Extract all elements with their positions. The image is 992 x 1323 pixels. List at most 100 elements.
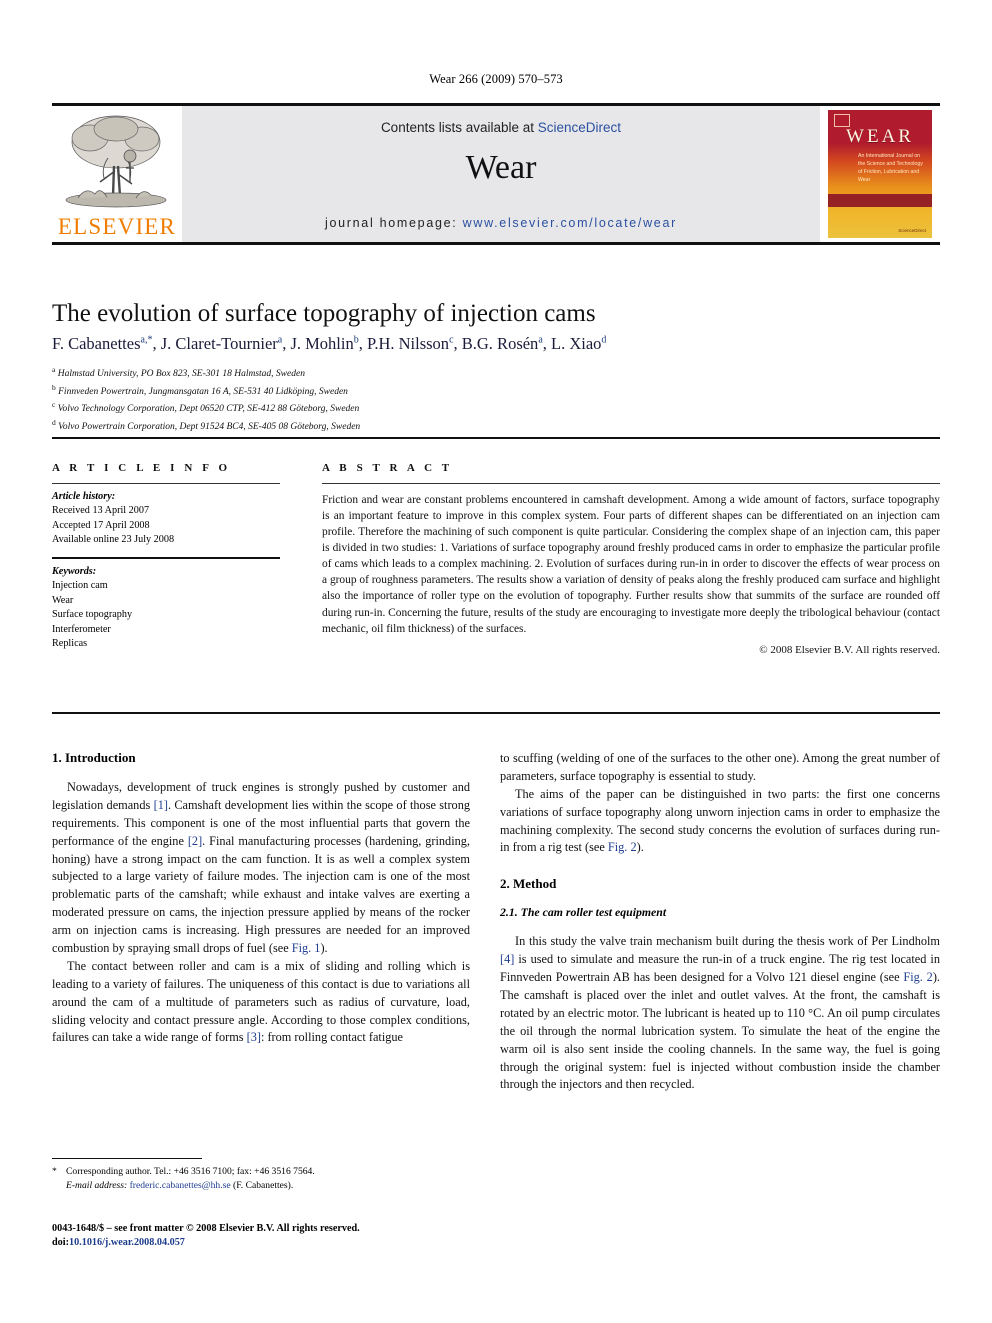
- email-label: E-mail address:: [66, 1180, 128, 1192]
- footnote-rule: [52, 1158, 202, 1159]
- figure-link-1[interactable]: Fig. 1: [292, 941, 321, 955]
- history-item: Accepted 17 April 2008: [52, 519, 150, 531]
- article-info-block: A R T I C L E I N F O Article history: R…: [52, 462, 280, 652]
- affiliation-mark: b: [52, 382, 56, 392]
- abstract-divider: [52, 712, 940, 714]
- author-item: J. Mohlinb: [290, 334, 358, 353]
- affiliation-item: d Volvo Powertrain Corporation, Dept 915…: [52, 417, 932, 435]
- citation-ref-1[interactable]: [1]: [154, 798, 168, 812]
- keyword-item: Wear: [52, 594, 74, 606]
- page-title: The evolution of surface topography of i…: [52, 299, 596, 327]
- affiliation-text: Volvo Technology Corporation, Dept 06520…: [57, 404, 360, 415]
- affiliation-item: a Halmstad University, PO Box 823, SE-30…: [52, 364, 932, 382]
- section-heading-introduction: 1. Introduction: [52, 750, 136, 765]
- affiliation-text: Volvo Powertrain Corporation, Dept 91524…: [58, 421, 361, 432]
- affiliation-item: c Volvo Technology Corporation, Dept 065…: [52, 399, 932, 417]
- journal-homepage-line: journal homepage: www.elsevier.com/locat…: [182, 216, 820, 230]
- abstract-text: Friction and wear are constant problems …: [322, 494, 940, 635]
- affiliation-text: Halmstad University, PO Box 823, SE-301 …: [57, 369, 305, 380]
- affiliation-mark: c: [52, 400, 56, 410]
- email-link[interactable]: frederic.cabanettes@hh.se: [130, 1180, 231, 1191]
- intro2-text-b: : from rolling contact fatigue: [260, 1030, 404, 1045]
- affiliation-item: b Finnveden Powertrain, Jungmansgatan 16…: [52, 382, 932, 400]
- citation-ref-4[interactable]: [4]: [500, 952, 514, 966]
- issn-line: 0043-1648/$ – see front matter © 2008 El…: [52, 1223, 360, 1234]
- body-column-right: to scuffing (welding of one of the surfa…: [500, 750, 940, 1094]
- homepage-label: journal homepage:: [325, 216, 463, 230]
- right-paragraph-continued: to scuffing (welding of one of the surfa…: [500, 751, 940, 783]
- intro-text-c: . Final manufacturing processes (hardeni…: [52, 833, 470, 956]
- author-marks: c: [449, 334, 454, 346]
- method-paragraph-1: In this study the valve train mechanism …: [500, 933, 940, 1094]
- journal-header: ELSEVIER Contents lists available at Sci…: [52, 103, 940, 245]
- cover-imprint: ScienceDirect: [898, 228, 926, 233]
- doi-label: doi:: [52, 1237, 69, 1249]
- cover-band: [828, 194, 932, 207]
- affiliation-mark: d: [52, 417, 56, 427]
- aims-text-b: ).: [636, 840, 644, 855]
- cover-subtitle: An International Journal on the Science …: [858, 153, 923, 184]
- figure-link-2[interactable]: Fig. 2: [608, 840, 637, 854]
- author-item: P.H. Nilssonc: [367, 334, 454, 353]
- article-history-label: Article history:: [52, 491, 116, 502]
- affiliation-list: a Halmstad University, PO Box 823, SE-30…: [52, 364, 932, 434]
- cover-title: WEAR: [846, 126, 914, 147]
- history-item: Received 13 April 2007: [52, 505, 150, 517]
- article-info-heading: A R T I C L E I N F O: [52, 462, 231, 474]
- elsevier-tree-icon: [65, 115, 167, 208]
- author-item: B.G. Roséna: [462, 334, 543, 353]
- cover-artwork: WEAR An International Journal on the Sci…: [828, 110, 932, 238]
- abstract-block: A B S T R A C T Friction and wear are co…: [322, 462, 940, 656]
- author-name: F. Cabanettes: [52, 334, 141, 353]
- aims-text-a: The aims of the paper can be distinguish…: [500, 786, 940, 855]
- author-item: F. Cabanettesa,*: [52, 334, 152, 353]
- homepage-link[interactable]: www.elsevier.com/locate/wear: [463, 216, 677, 230]
- elsevier-wordmark: ELSEVIER: [57, 214, 177, 239]
- author-marks: a: [538, 334, 543, 346]
- subsection-heading-cam-roller: 2.1. The cam roller test equipment: [500, 905, 667, 920]
- affiliation-mark: a: [52, 365, 56, 374]
- keyword-item: Surface topography: [52, 609, 133, 621]
- contents-available-line: Contents lists available at ScienceDirec…: [182, 120, 820, 135]
- figure-link-2b[interactable]: Fig. 2: [903, 970, 932, 984]
- corresponding-author-text: Corresponding author. Tel.: +46 3516 710…: [66, 1166, 315, 1177]
- elsevier-logo: ELSEVIER: [52, 106, 182, 242]
- affiliation-text: Finnveden Powertrain, Jungmansgatan 16 A…: [58, 386, 348, 397]
- author-list: F. Cabanettesa,*, J. Claret-Tourniera, J…: [52, 334, 607, 353]
- doi-line: doi:10.1016/j.wear.2008.04.057: [52, 1236, 482, 1250]
- author-name: J. Claret-Tournier: [160, 334, 278, 353]
- corresponding-author-note: * Corresponding author. Tel.: +46 3516 71…: [52, 1165, 472, 1179]
- author-name: P.H. Nilsson: [366, 334, 450, 353]
- author-marks: d: [601, 334, 607, 346]
- email-owner: (F. Cabanettes).: [233, 1180, 294, 1192]
- keyword-item: Interferometer: [52, 623, 111, 635]
- corresponding-author-marker: *: [52, 1166, 57, 1177]
- article-history: Article history: Received 13 April 2007 …: [52, 484, 280, 557]
- keyword-item: Injection cam: [52, 580, 108, 592]
- contents-prefix: Contents lists available at: [380, 120, 538, 135]
- citation-ref-2[interactable]: [2]: [188, 834, 202, 848]
- author-name: B.G. Rosén: [461, 334, 539, 353]
- section-heading-method: 2. Method: [500, 876, 557, 892]
- journal-cover-thumbnail: WEAR An International Journal on the Sci…: [820, 106, 940, 242]
- abstract-heading: A B S T R A C T: [322, 462, 453, 474]
- author-item: J. Claret-Tourniera: [161, 334, 283, 353]
- keywords-block: Keywords: Injection cam Wear Surface top…: [52, 559, 280, 652]
- author-marks: a,*: [140, 334, 153, 346]
- author-item: L. Xiaod: [551, 334, 606, 353]
- authors-divider: [52, 437, 940, 439]
- journal-title: Wear: [465, 149, 537, 186]
- doi-link[interactable]: 10.1016/j.wear.2008.04.057: [69, 1237, 185, 1248]
- keyword-item: Replicas: [52, 638, 88, 650]
- author-name: J. Mohlin: [290, 334, 354, 353]
- footer-block: 0043-1648/$ – see front matter © 2008 El…: [52, 1222, 482, 1251]
- author-name: L. Xiao: [551, 334, 602, 353]
- method-text-a: In this study the valve train mechanism …: [515, 934, 940, 949]
- body-column-left: 1. Introduction Nowadays, development of…: [52, 750, 470, 1047]
- running-head: Wear 266 (2009) 570–573: [429, 72, 563, 86]
- method-text-b: is used to simulate and measure the run-…: [500, 952, 940, 985]
- citation-ref-3[interactable]: [3]: [247, 1030, 261, 1044]
- sciencedirect-link[interactable]: ScienceDirect: [538, 120, 621, 135]
- footnote-block: * Corresponding author. Tel.: +46 3516 71…: [52, 1165, 472, 1194]
- intro-paragraph-1: Nowadays, development of truck engines i…: [52, 779, 470, 958]
